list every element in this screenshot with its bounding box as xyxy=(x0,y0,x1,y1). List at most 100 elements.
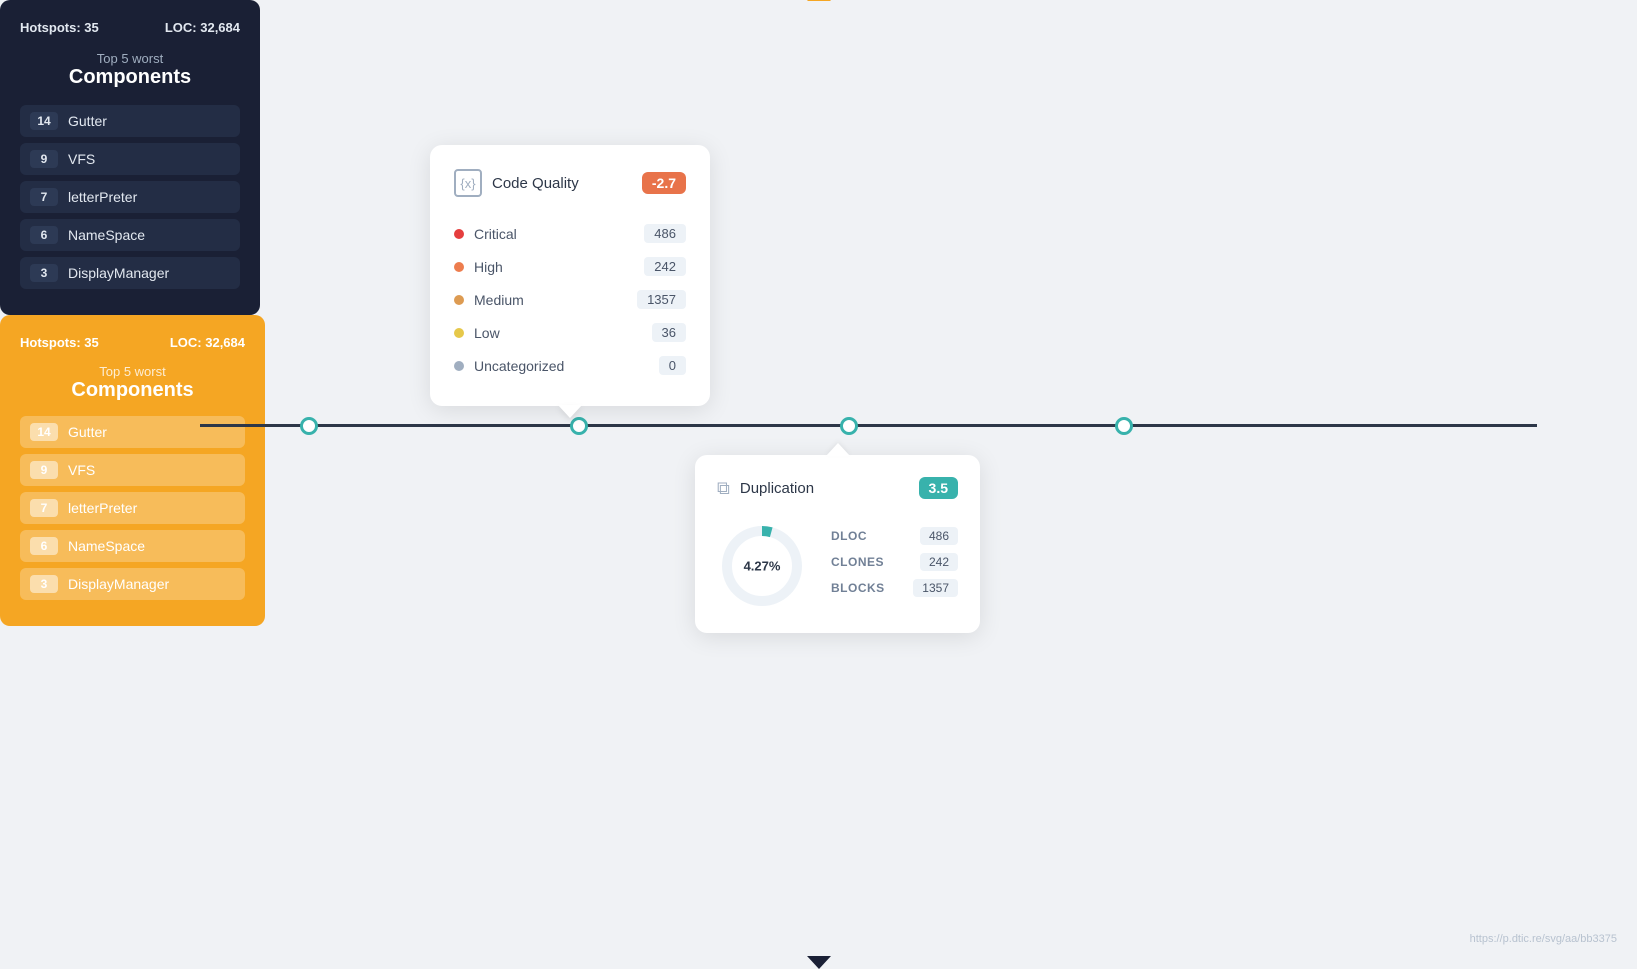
dark-item-namespace: 6 NameSpace xyxy=(20,219,240,251)
dot-low xyxy=(454,328,464,338)
orange-hotspots-label: Hotspots: xyxy=(20,335,81,350)
dark-card-header: Hotspots: 35 LOC: 32,684 xyxy=(20,20,240,35)
dup-stat-label-clones: CLONES xyxy=(831,555,884,569)
timeline xyxy=(200,424,1537,427)
orange-item-gutter: 14 Gutter xyxy=(20,416,245,448)
orange-hotspots-value: 35 xyxy=(84,335,98,350)
duplication-header: ⧉ Duplication 3.5 xyxy=(717,477,958,499)
dark-item-name-letterpreter: letterPreter xyxy=(68,189,137,205)
dark-item-num-gutter: 14 xyxy=(30,112,58,130)
dark-loc: LOC: 32,684 xyxy=(165,20,240,35)
orange-subtitle-main: Components xyxy=(71,379,193,401)
orange-item-name-gutter: Gutter xyxy=(68,424,107,440)
dot-critical xyxy=(454,229,464,239)
donut-chart: 4.27% xyxy=(717,521,807,611)
cq-label-medium: Medium xyxy=(474,292,524,308)
orange-items-list: 14 Gutter 9 VFS 7 letterPreter 6 NameSpa… xyxy=(20,416,245,600)
code-quality-title: Code Quality xyxy=(492,175,579,192)
orange-item-num-letterpreter: 7 xyxy=(30,499,58,517)
duplication-stats: DLOC 486 CLONES 242 BLOCKS 1357 xyxy=(831,527,958,605)
dup-stat-val-dloc: 486 xyxy=(920,527,958,545)
orange-item-letterpreter: 7 letterPreter xyxy=(20,492,245,524)
watermark: https://p.dtic.re/svg/aa/bb3375 xyxy=(1470,933,1617,945)
code-quality-rows: Critical 486 High 242 Medium 1357 Low 36 xyxy=(454,217,686,382)
orange-item-name-displaymanager: DisplayManager xyxy=(68,576,169,592)
dup-stat-dloc: DLOC 486 xyxy=(831,527,958,545)
code-quality-card: {x} Code Quality -2.7 Critical 486 High … xyxy=(430,145,710,406)
dot-medium xyxy=(454,295,464,305)
dark-components-card: Hotspots: 35 LOC: 32,684 Top 5 worst Com… xyxy=(0,0,260,315)
orange-loc-label: LOC: xyxy=(170,335,202,350)
dark-item-num-vfs: 9 xyxy=(30,150,58,168)
cq-row-critical: Critical 486 xyxy=(454,217,686,250)
timeline-dot-2 xyxy=(570,417,588,435)
duplication-title: Duplication xyxy=(740,480,814,497)
dark-item-num-namespace: 6 xyxy=(30,226,58,244)
orange-item-num-namespace: 6 xyxy=(30,537,58,555)
code-quality-icon: {x} xyxy=(454,169,482,197)
cq-count-medium: 1357 xyxy=(637,290,686,309)
dup-stat-clones: CLONES 242 xyxy=(831,553,958,571)
dot-uncategorized xyxy=(454,361,464,371)
donut-label: 4.27% xyxy=(744,559,781,574)
code-quality-header: {x} Code Quality -2.7 xyxy=(454,169,686,197)
orange-loc-value: 32,684 xyxy=(205,335,245,350)
timeline-dot-3 xyxy=(840,417,858,435)
orange-item-name-letterpreter: letterPreter xyxy=(68,500,137,516)
dark-loc-label: LOC: xyxy=(165,20,197,35)
cq-row-medium: Medium 1357 xyxy=(454,283,686,316)
duplication-badge: 3.5 xyxy=(919,477,958,499)
timeline-dot-4 xyxy=(1115,417,1133,435)
dark-item-letterpreter: 7 letterPreter xyxy=(20,181,240,213)
dark-item-name-vfs: VFS xyxy=(68,151,95,167)
dark-subtitle-top: Top 5 worst xyxy=(20,51,240,66)
dark-hotspots-label: Hotspots: xyxy=(20,20,81,35)
orange-item-num-gutter: 14 xyxy=(30,423,58,441)
duplication-card: ⧉ Duplication 3.5 4.27% DLOC 486 CLONES … xyxy=(695,455,980,633)
cq-label-low: Low xyxy=(474,325,500,341)
cq-count-low: 36 xyxy=(652,323,686,342)
dark-item-vfs: 9 VFS xyxy=(20,143,240,175)
orange-hotspots: Hotspots: 35 xyxy=(20,335,99,350)
cq-row-low: Low 36 xyxy=(454,316,686,349)
cq-label-high: High xyxy=(474,259,503,275)
cq-row-uncategorized: Uncategorized 0 xyxy=(454,349,686,382)
orange-card-header: Hotspots: 35 LOC: 32,684 xyxy=(20,335,245,350)
cq-label-critical: Critical xyxy=(474,226,517,242)
cq-count-high: 242 xyxy=(644,257,686,276)
duplication-title-wrap: ⧉ Duplication xyxy=(717,478,814,499)
orange-item-num-vfs: 9 xyxy=(30,461,58,479)
code-quality-title-wrap: {x} Code Quality xyxy=(454,169,579,197)
dark-item-gutter: 14 Gutter xyxy=(20,105,240,137)
cq-count-uncategorized: 0 xyxy=(659,356,686,375)
dark-item-num-displaymanager: 3 xyxy=(30,264,58,282)
dark-item-name-gutter: Gutter xyxy=(68,113,107,129)
orange-item-name-namespace: NameSpace xyxy=(68,538,145,554)
orange-components-card: Hotspots: 35 LOC: 32,684 Top 5 worst Com… xyxy=(0,315,265,626)
cq-row-high: High 242 xyxy=(454,250,686,283)
dark-subtitle-main: Components xyxy=(69,66,191,88)
orange-item-displaymanager: 3 DisplayManager xyxy=(20,568,245,600)
dark-item-name-displaymanager: DisplayManager xyxy=(68,265,169,281)
cq-label-uncategorized: Uncategorized xyxy=(474,358,564,374)
dark-items-list: 14 Gutter 9 VFS 7 letterPreter 6 NameSpa… xyxy=(20,105,240,289)
dark-hotspots: Hotspots: 35 xyxy=(20,20,99,35)
orange-card-subtitle: Top 5 worst Components xyxy=(20,364,245,402)
dark-card-subtitle: Top 5 worst Components xyxy=(20,51,240,89)
dup-stat-blocks: BLOCKS 1357 xyxy=(831,579,958,597)
orange-item-namespace: 6 NameSpace xyxy=(20,530,245,562)
dup-stat-val-clones: 242 xyxy=(920,553,958,571)
dup-stat-label-blocks: BLOCKS xyxy=(831,581,885,595)
duplication-icon: ⧉ xyxy=(717,478,730,499)
dark-hotspots-value: 35 xyxy=(84,20,98,35)
dup-stat-label-dloc: DLOC xyxy=(831,529,867,543)
dot-high xyxy=(454,262,464,272)
duplication-body: 4.27% DLOC 486 CLONES 242 BLOCKS 1357 xyxy=(717,521,958,611)
orange-item-vfs: 9 VFS xyxy=(20,454,245,486)
dark-item-name-namespace: NameSpace xyxy=(68,227,145,243)
orange-item-num-displaymanager: 3 xyxy=(30,575,58,593)
dup-stat-val-blocks: 1357 xyxy=(913,579,958,597)
orange-loc: LOC: 32,684 xyxy=(170,335,245,350)
timeline-dot-1 xyxy=(300,417,318,435)
dark-loc-value: 32,684 xyxy=(200,20,240,35)
